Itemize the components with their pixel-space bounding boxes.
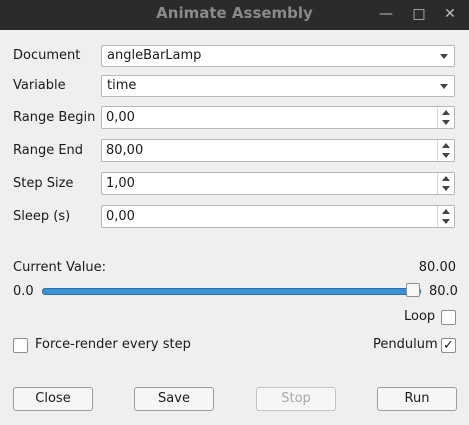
document-combobox[interactable]: angleBarLamp (101, 45, 455, 67)
step-size-label: Step Size (13, 176, 74, 191)
step-size-spinbox[interactable]: 1,00 (101, 172, 455, 195)
chevron-down-icon (440, 54, 448, 59)
spin-down-icon[interactable] (442, 153, 450, 158)
maximize-icon[interactable]: □ (410, 5, 428, 23)
loop-label: Loop (404, 309, 436, 324)
range-begin-spinbox[interactable]: 0,00 (101, 106, 455, 129)
force-render-checkbox[interactable] (13, 338, 28, 353)
stop-button[interactable]: Stop (256, 387, 336, 411)
current-value-label: Current Value: (13, 260, 107, 275)
range-end-label: Range End (13, 143, 84, 158)
run-button[interactable]: Run (377, 387, 457, 411)
pendulum-checkbox[interactable]: ✓ (441, 338, 456, 353)
spin-up-icon[interactable] (442, 143, 450, 148)
spin-buttons[interactable] (437, 206, 454, 227)
sleep-label: Sleep (s) (13, 209, 71, 224)
slider-min-label: 0.0 (13, 284, 34, 299)
check-icon: ✓ (443, 338, 454, 353)
close-button[interactable]: Close (13, 387, 93, 411)
variable-value: time (107, 78, 137, 93)
pendulum-label: Pendulum (373, 337, 438, 352)
spin-down-icon[interactable] (442, 219, 450, 224)
range-begin-label: Range Begin (13, 110, 96, 125)
document-label: Document (13, 48, 81, 63)
spin-up-icon[interactable] (442, 209, 450, 214)
window-title: Animate Assembly (156, 4, 313, 22)
minimize-icon[interactable]: — (377, 5, 395, 23)
range-end-spinbox[interactable]: 80,00 (101, 139, 455, 162)
spin-buttons[interactable] (437, 140, 454, 161)
title-bar: Animate Assembly — □ ✕ (0, 0, 469, 30)
spin-up-icon[interactable] (442, 110, 450, 115)
force-render-label: Force-render every step (35, 337, 191, 352)
range-end-value: 80,00 (106, 143, 144, 158)
loop-checkbox[interactable] (441, 310, 456, 325)
spin-down-icon[interactable] (442, 120, 450, 125)
slider-handle[interactable] (406, 283, 420, 297)
slider-track[interactable] (42, 288, 421, 295)
save-button[interactable]: Save (134, 387, 214, 411)
spin-buttons[interactable] (437, 107, 454, 128)
sleep-spinbox[interactable]: 0,00 (101, 205, 455, 228)
document-value: angleBarLamp (107, 48, 202, 63)
close-window-icon[interactable]: ✕ (441, 5, 459, 23)
variable-combobox[interactable]: time (101, 75, 455, 97)
spin-buttons[interactable] (437, 173, 454, 194)
spin-down-icon[interactable] (442, 186, 450, 191)
current-value: 80.00 (418, 260, 456, 275)
step-size-value: 1,00 (106, 176, 135, 191)
sleep-value: 0,00 (106, 209, 135, 224)
chevron-down-icon (440, 84, 448, 89)
slider-max-label: 80.0 (429, 284, 458, 299)
range-begin-value: 0,00 (106, 110, 135, 125)
variable-label: Variable (13, 78, 66, 93)
spin-up-icon[interactable] (442, 176, 450, 181)
